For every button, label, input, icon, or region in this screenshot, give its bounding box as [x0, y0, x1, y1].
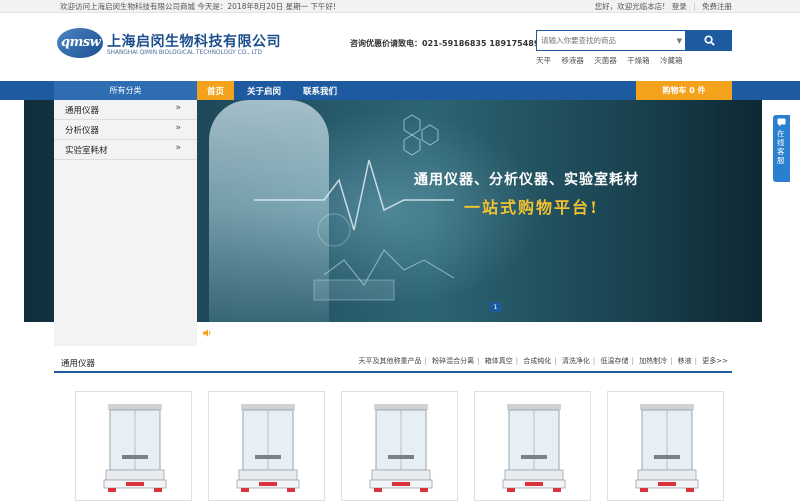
- product-card[interactable]: [474, 391, 591, 501]
- hotline-text: 咨询优惠价请致电：021-59186835 18917548929: [350, 39, 551, 48]
- subcategory-link[interactable]: 天平及其他称重产品: [359, 357, 422, 365]
- hotword-link[interactable]: 灭菌器: [594, 56, 617, 65]
- slide-indicator[interactable]: 1: [490, 302, 501, 312]
- product-card[interactable]: [75, 391, 192, 501]
- hotword-link[interactable]: 干燥箱: [627, 56, 650, 65]
- balance-product-image: [103, 403, 167, 493]
- category-label: 实验室耗材: [65, 146, 108, 156]
- dropdown-caret-icon[interactable]: ▼: [677, 37, 682, 45]
- nav-home[interactable]: 首页: [197, 81, 234, 100]
- company-name: 上海启闵生物科技有限公司: [107, 34, 281, 50]
- login-link[interactable]: 登录: [672, 2, 687, 11]
- balance-product-image: [236, 403, 300, 493]
- section-header: 通用仪器 天平及其他称重产品 | 粉碎混合分离 | 箱体真空 | 合成纯化 | 清洗净化…: [54, 353, 732, 373]
- category-item-consumables[interactable]: 实验室耗材 »: [54, 140, 197, 160]
- double-chevron-icon: »: [175, 103, 181, 113]
- search-button[interactable]: [686, 30, 732, 51]
- search-icon: [703, 35, 715, 46]
- nav-contact[interactable]: 联系我们: [296, 81, 344, 100]
- logo-text: qmsw: [61, 35, 101, 50]
- subcategory-link[interactable]: 粉碎混合分离: [432, 357, 474, 365]
- welcome-text: 欢迎访问上海启闵生物科技有限公司商城 今天是：2018年8月20日 星期一 下午…: [60, 2, 337, 11]
- double-chevron-icon: »: [175, 143, 181, 153]
- balance-product-image: [635, 403, 699, 493]
- header: qmsw 上海启闵生物科技有限公司 SHANGHAI QIMIN BIOLOGI…: [0, 13, 800, 81]
- nav-about[interactable]: 关于启闵: [240, 81, 288, 100]
- hotword-link[interactable]: 移液器: [561, 56, 584, 65]
- search-box: ▼: [536, 30, 686, 51]
- banner-headline: 通用仪器、分析仪器、实验室耗材: [414, 172, 639, 188]
- subcategory-link[interactable]: 移液: [678, 357, 692, 365]
- subcategory-link[interactable]: 合成纯化: [523, 357, 551, 365]
- balance-product-image: [502, 403, 566, 493]
- company-name-english: SHANGHAI QIMIN BIOLOGICAL TECHNOLOGY CO.…: [107, 50, 263, 56]
- main-nav: 所有分类 首页 关于启闵 联系我们 购物车 0 件: [0, 81, 800, 100]
- subcategory-link[interactable]: 清洗净化: [562, 357, 590, 365]
- double-chevron-icon: »: [175, 123, 181, 133]
- category-sidebar: 通用仪器 » 分析仪器 » 实验室耗材 »: [54, 100, 197, 346]
- more-link[interactable]: 更多>>: [702, 357, 728, 365]
- category-label: 分析仪器: [65, 126, 100, 136]
- top-bar: 欢迎访问上海启闵生物科技有限公司商城 今天是：2018年8月20日 星期一 下午…: [0, 0, 800, 13]
- hotword-link[interactable]: 冷藏箱: [660, 56, 683, 65]
- subcategory-link[interactable]: 加热制冷: [639, 357, 667, 365]
- category-label: 通用仪器: [65, 106, 100, 116]
- speaker-icon: [202, 328, 212, 340]
- top-links: 您好，欢迎光临本店! 登录 | 免费注册: [594, 2, 732, 11]
- hot-search-words: 天平 移液器 灭菌器 干燥箱 冷藏箱: [536, 55, 691, 66]
- all-categories-tab[interactable]: 所有分类: [54, 81, 197, 100]
- logo[interactable]: qmsw: [57, 28, 103, 58]
- chat-icon: [777, 118, 786, 127]
- product-card[interactable]: [208, 391, 325, 501]
- online-service-label: 在线客服: [777, 129, 785, 165]
- balance-product-image: [369, 403, 433, 493]
- section-subcategory-links: 天平及其他称重产品 | 粉碎混合分离 | 箱体真空 | 合成纯化 | 清洗净化 | 低温存…: [358, 357, 728, 365]
- product-card[interactable]: [607, 391, 724, 501]
- hotword-link[interactable]: 天平: [536, 56, 551, 65]
- online-service-tab[interactable]: 在线客服: [773, 115, 790, 182]
- subcategory-link[interactable]: 箱体真空: [485, 357, 513, 365]
- banner-slogan: 一站式购物平台!: [464, 198, 600, 217]
- category-item-analysis[interactable]: 分析仪器 »: [54, 120, 197, 140]
- subcategory-link[interactable]: 低温存储: [600, 357, 628, 365]
- category-item-general[interactable]: 通用仪器 »: [54, 100, 197, 120]
- greeting-text: 您好，欢迎光临本店!: [594, 2, 666, 11]
- cart-button[interactable]: 购物车 0 件: [636, 81, 732, 100]
- section-title: 通用仪器: [61, 359, 96, 369]
- register-link[interactable]: 免费注册: [702, 2, 732, 11]
- search-input[interactable]: [537, 31, 677, 50]
- product-card[interactable]: [341, 391, 458, 501]
